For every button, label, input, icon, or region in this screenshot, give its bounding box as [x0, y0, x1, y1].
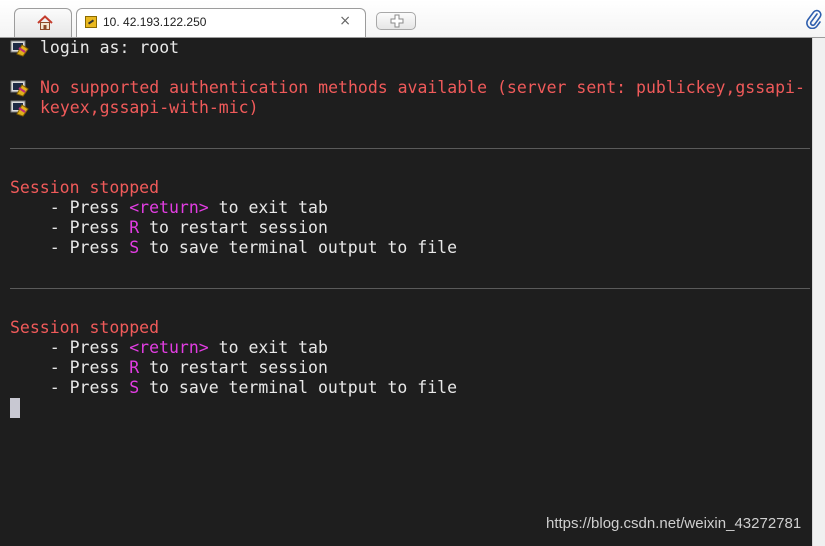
key-return: <return>: [129, 198, 209, 217]
home-tab[interactable]: [14, 8, 72, 38]
home-icon: [37, 15, 53, 30]
option-prefix: - Press: [10, 218, 130, 237]
option-prefix: - Press: [10, 238, 130, 257]
option-restart-session: - Press R to restart session: [10, 358, 328, 378]
option-text: to restart session: [139, 218, 328, 237]
key-s: S: [129, 238, 140, 257]
session-divider: [10, 148, 810, 149]
terminal-session-icon: [85, 16, 97, 28]
terminal-scrollbar[interactable]: [812, 38, 825, 546]
session-stopped-title: Session stopped: [10, 178, 160, 197]
putty-terminal-icon: [10, 80, 29, 97]
auth-error-line-2: keyex,gssapi-with-mic): [40, 98, 259, 117]
option-text: to save terminal output to file: [139, 378, 458, 397]
option-restart-session: - Press R to restart session: [10, 218, 328, 238]
session-divider: [10, 288, 810, 289]
option-prefix: - Press: [10, 358, 130, 377]
auth-error-line-1: No supported authentication methods avai…: [40, 78, 805, 97]
key-s: S: [129, 378, 140, 397]
option-prefix: - Press: [10, 378, 130, 397]
option-text: to exit tab: [208, 338, 328, 357]
option-text: to exit tab: [208, 198, 328, 217]
key-r: R: [129, 218, 140, 237]
new-tab-plus-icon: [390, 14, 404, 28]
login-line: login as: root: [40, 38, 180, 57]
putty-terminal-icon: [10, 100, 29, 117]
key-r: R: [129, 358, 140, 377]
tab-session[interactable]: 10. 42.193.122.250 ×: [76, 8, 366, 38]
close-icon[interactable]: ×: [339, 13, 351, 29]
option-exit-tab: - Press <return> to exit tab: [10, 338, 328, 358]
option-prefix: - Press: [10, 198, 130, 217]
putty-terminal-icon: [10, 40, 29, 57]
option-text: to save terminal output to file: [139, 238, 458, 257]
option-save-output: - Press S to save terminal output to fil…: [10, 238, 457, 258]
option-exit-tab: - Press <return> to exit tab: [10, 198, 328, 218]
watermark: https://blog.csdn.net/weixin_43272781: [546, 515, 802, 532]
terminal-output[interactable]: login as: root No supported authenticati…: [0, 38, 812, 546]
option-save-output: - Press S to save terminal output to fil…: [10, 378, 457, 398]
option-prefix: - Press: [10, 338, 130, 357]
key-return: <return>: [129, 338, 209, 357]
session-stopped-title: Session stopped: [10, 318, 160, 337]
tab-title: 10. 42.193.122.250: [103, 15, 207, 29]
paperclip-icon[interactable]: [806, 9, 822, 29]
tab-bar: 10. 42.193.122.250 ×: [0, 0, 825, 38]
new-tab-button[interactable]: [376, 12, 416, 30]
option-text: to restart session: [139, 358, 328, 377]
terminal-cursor: [10, 398, 20, 418]
